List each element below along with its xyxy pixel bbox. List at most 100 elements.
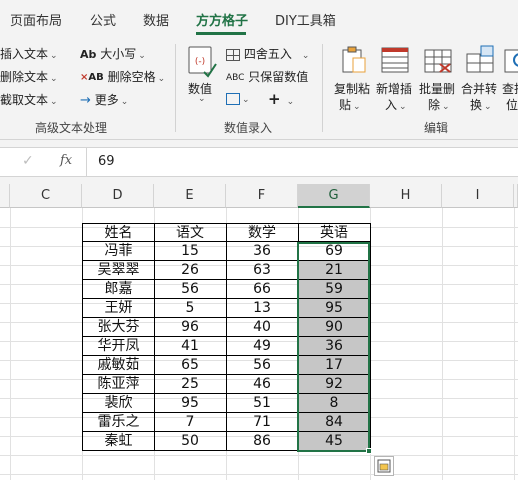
more-button[interactable]: → 更多 ⌄ [80, 91, 128, 108]
column-header-partial[interactable] [0, 184, 10, 208]
table-cell[interactable]: 71 [226, 413, 299, 432]
table-cell[interactable]: 25 [154, 375, 227, 394]
table-cell[interactable]: 秦虹 [82, 432, 155, 451]
edit-group-label: 编辑 [424, 121, 449, 135]
merge-convert-button[interactable]: 合并转 换 ⌄ [460, 44, 500, 114]
table-cell[interactable]: 66 [226, 280, 299, 299]
table-cell[interactable]: 41 [154, 337, 227, 356]
case-button[interactable]: Ab 大小写 ⌄ [80, 45, 146, 62]
table-cell[interactable]: 92 [298, 375, 371, 394]
table-cell[interactable]: 冯菲 [82, 242, 155, 261]
value-button[interactable]: (-) 数值 ⌄ [186, 44, 220, 108]
table-cell[interactable]: 84 [298, 413, 371, 432]
new-insert-button[interactable]: 新增插 入 ⌄ [375, 44, 415, 114]
table-cell[interactable]: 46 [226, 375, 299, 394]
column-header-e[interactable]: E [154, 184, 226, 208]
table-cell[interactable]: 45 [298, 432, 371, 451]
table-cell[interactable]: 26 [154, 261, 227, 280]
selection-fill-handle[interactable] [366, 448, 372, 454]
batch-delete-label-1: 批量删 [419, 82, 456, 96]
column-header-i[interactable]: I [442, 184, 514, 208]
table-cell[interactable]: 50 [154, 432, 227, 451]
table-header-cell[interactable]: 语文 [154, 223, 227, 242]
table-cell[interactable]: 95 [298, 299, 371, 318]
table-cell[interactable]: 5 [154, 299, 227, 318]
table-cell[interactable]: 40 [226, 318, 299, 337]
spreadsheet-grid[interactable]: C D E F G H I 姓名 语文 数学 英语 冯菲 15 36 69 吴翠翠 26 63 21 郎… [0, 184, 518, 480]
clipboard-icon [342, 46, 366, 73]
table-header-cell[interactable]: 姓名 [82, 223, 155, 242]
round-button[interactable]: 四舍五入 ⌄ [226, 45, 309, 62]
tab-fangfang-gezi[interactable]: 方方格子 [196, 10, 248, 29]
table-cell[interactable]: 郎嘉 [82, 280, 155, 299]
formula-input[interactable]: 69 [98, 154, 115, 169]
lookup-locate-button[interactable]: 查找 位 [502, 44, 518, 114]
search-icon [504, 49, 518, 73]
extract-text-button[interactable]: 截取文本 ⌄ [0, 91, 58, 108]
batch-delete-button[interactable]: 批量删 除 ⌄ [418, 44, 458, 114]
table-cell[interactable]: 65 [154, 356, 227, 375]
copy-paste-button[interactable]: 复制粘 贴 ⌄ [333, 44, 373, 114]
tab-formulas[interactable]: 公式 [90, 10, 116, 29]
delete-space-label: 删除空格 [107, 70, 156, 84]
tab-data[interactable]: 数据 [143, 10, 169, 29]
column-header-partial[interactable] [514, 184, 518, 208]
table-cell[interactable]: 63 [226, 261, 299, 280]
gridline-vertical [10, 208, 11, 480]
table-cell[interactable]: 86 [226, 432, 299, 451]
table-cell[interactable]: 7 [154, 413, 227, 432]
table-cell[interactable]: 69 [298, 242, 371, 261]
keep-value-button[interactable]: ABC 只保留数值 [226, 68, 308, 85]
column-header-d[interactable]: D [82, 184, 154, 208]
tab-page-layout[interactable]: 页面布局 [10, 10, 62, 29]
table-cell[interactable]: 17 [298, 356, 371, 375]
add-button[interactable]: + ⌄ [268, 90, 294, 108]
table-header-cell[interactable]: 英语 [298, 223, 371, 242]
column-header-c[interactable]: C [10, 184, 82, 208]
lookup-label-1: 查找 [502, 82, 518, 96]
delete-space-button[interactable]: ×AB 删除空格 ⌄ [80, 68, 165, 85]
tab-diy-toolbox[interactable]: DIY工具箱 [275, 10, 336, 29]
table-cell[interactable]: 96 [154, 318, 227, 337]
insert-text-button[interactable]: 插入文本 ⌄ [0, 45, 58, 62]
more-label: 更多 [94, 93, 119, 107]
formula-divider [86, 148, 87, 176]
table-cell[interactable]: 华开凤 [82, 337, 155, 356]
edit-format-button[interactable]: ⌄ [226, 91, 250, 105]
insert-function-icon[interactable]: fx [60, 153, 72, 168]
table-cell[interactable]: 雷乐之 [82, 413, 155, 432]
column-header-h[interactable]: H [370, 184, 442, 208]
table-header-cell[interactable]: 数学 [226, 223, 299, 242]
column-header-f[interactable]: F [226, 184, 298, 208]
table-cell[interactable]: 59 [298, 280, 371, 299]
table-cell[interactable]: 陈亚萍 [82, 375, 155, 394]
table-cell[interactable]: 王妍 [82, 299, 155, 318]
delete-text-button[interactable]: 删除文本 ⌄ [0, 68, 58, 85]
text-group-label: 高级文本处理 [35, 121, 108, 135]
table-cell[interactable]: 56 [226, 356, 299, 375]
column-header-g[interactable]: G [298, 184, 370, 208]
table-cell[interactable]: 51 [226, 394, 299, 413]
copy-paste-label-2: 贴 [339, 98, 352, 112]
table-cell[interactable]: 8 [298, 394, 371, 413]
table-cell[interactable]: 吴翠翠 [82, 261, 155, 280]
table-cell[interactable]: 36 [298, 337, 371, 356]
chevron-down-icon: ⌄ [50, 51, 58, 61]
confirm-icon[interactable]: ✓ [22, 153, 34, 169]
table-cell[interactable]: 13 [226, 299, 299, 318]
keep-value-label: 只保留数值 [248, 70, 309, 84]
table-cell[interactable]: 90 [298, 318, 371, 337]
table-cell[interactable]: 21 [298, 261, 371, 280]
insert-text-label: 插入文本 [0, 47, 49, 61]
table-cell[interactable]: 裴欣 [82, 394, 155, 413]
table-cell[interactable]: 张大芬 [82, 318, 155, 337]
quick-analysis-button[interactable] [374, 456, 394, 476]
formula-bar-area: ✓ fx 69 [0, 140, 518, 184]
table-cell[interactable]: 36 [226, 242, 299, 261]
chevron-down-icon: ⌄ [286, 97, 295, 107]
table-cell[interactable]: 56 [154, 280, 227, 299]
table-cell[interactable]: 15 [154, 242, 227, 261]
table-cell[interactable]: 戚敏茹 [82, 356, 155, 375]
table-cell[interactable]: 49 [226, 337, 299, 356]
table-cell[interactable]: 95 [154, 394, 227, 413]
